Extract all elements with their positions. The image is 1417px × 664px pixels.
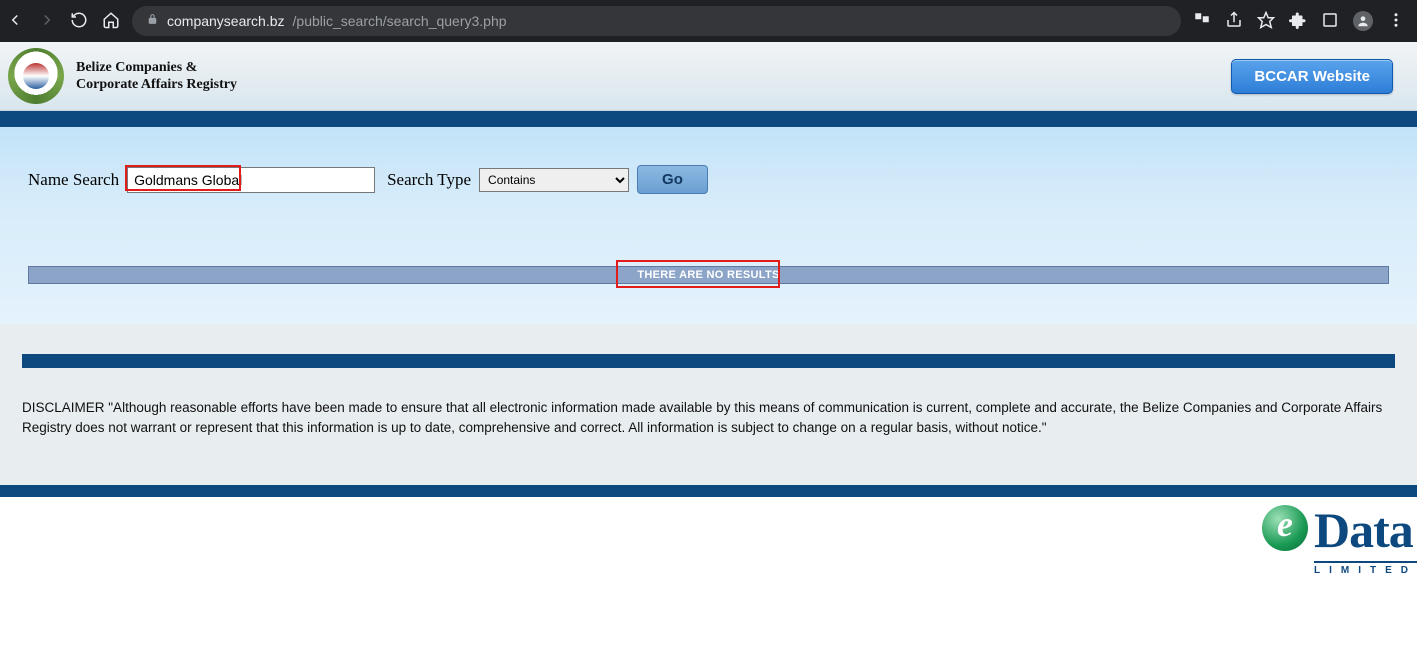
nav-stripe	[0, 111, 1417, 127]
back-icon[interactable]	[6, 11, 24, 32]
address-bar[interactable]: companysearch.bz/public_search/search_qu…	[132, 6, 1181, 36]
edata-e-icon	[1262, 505, 1308, 551]
search-panel: Name Search Search Type Contains Go	[0, 127, 1417, 204]
home-icon[interactable]	[102, 11, 120, 32]
edata-limited-text: LIMITED	[1314, 561, 1417, 576]
menu-icon[interactable]	[1387, 11, 1405, 32]
url-host: companysearch.bz	[167, 13, 285, 29]
registry-name: Belize Companies & Corporate Affairs Reg…	[76, 59, 237, 94]
site-header: Belize Companies & Corporate Affairs Reg…	[0, 42, 1417, 111]
bccar-website-button[interactable]: BCCAR Website	[1231, 59, 1393, 94]
footer-logo-row: Data LIMITED	[0, 497, 1417, 576]
name-search-label: Name Search	[28, 170, 119, 190]
extensions-icon[interactable]	[1289, 11, 1307, 32]
search-type-select[interactable]: Contains	[479, 168, 629, 192]
no-results-bar: THERE ARE NO RESULTS	[28, 266, 1389, 284]
edata-data-text: Data	[1314, 501, 1417, 559]
disclaimer-text: DISCLAIMER "Although reasonable efforts …	[22, 398, 1395, 439]
star-icon[interactable]	[1257, 11, 1275, 32]
go-button[interactable]: Go	[637, 165, 708, 194]
search-type-label: Search Type	[387, 170, 471, 190]
edata-logo: Data LIMITED	[1262, 501, 1417, 576]
disclaimer-section: DISCLAIMER "Although reasonable efforts …	[0, 324, 1417, 485]
name-search-input[interactable]	[127, 167, 375, 193]
forward-icon[interactable]	[38, 11, 56, 32]
lock-icon	[146, 13, 159, 29]
browser-chrome: companysearch.bz/public_search/search_qu…	[0, 0, 1417, 42]
divider-bar	[22, 354, 1395, 368]
browser-right-icons	[1193, 11, 1411, 32]
translate-icon[interactable]	[1193, 11, 1211, 32]
coat-of-arms-logo	[8, 48, 64, 104]
profile-avatar[interactable]	[1353, 11, 1373, 31]
browser-nav-buttons	[6, 11, 120, 32]
tab-icon[interactable]	[1321, 11, 1339, 32]
no-results-text: THERE ARE NO RESULTS	[637, 269, 779, 281]
reload-icon[interactable]	[70, 11, 88, 32]
url-path: /public_search/search_query3.php	[293, 13, 507, 29]
results-area: THERE ARE NO RESULTS	[0, 204, 1417, 324]
footer-stripe	[0, 485, 1417, 497]
share-icon[interactable]	[1225, 11, 1243, 32]
